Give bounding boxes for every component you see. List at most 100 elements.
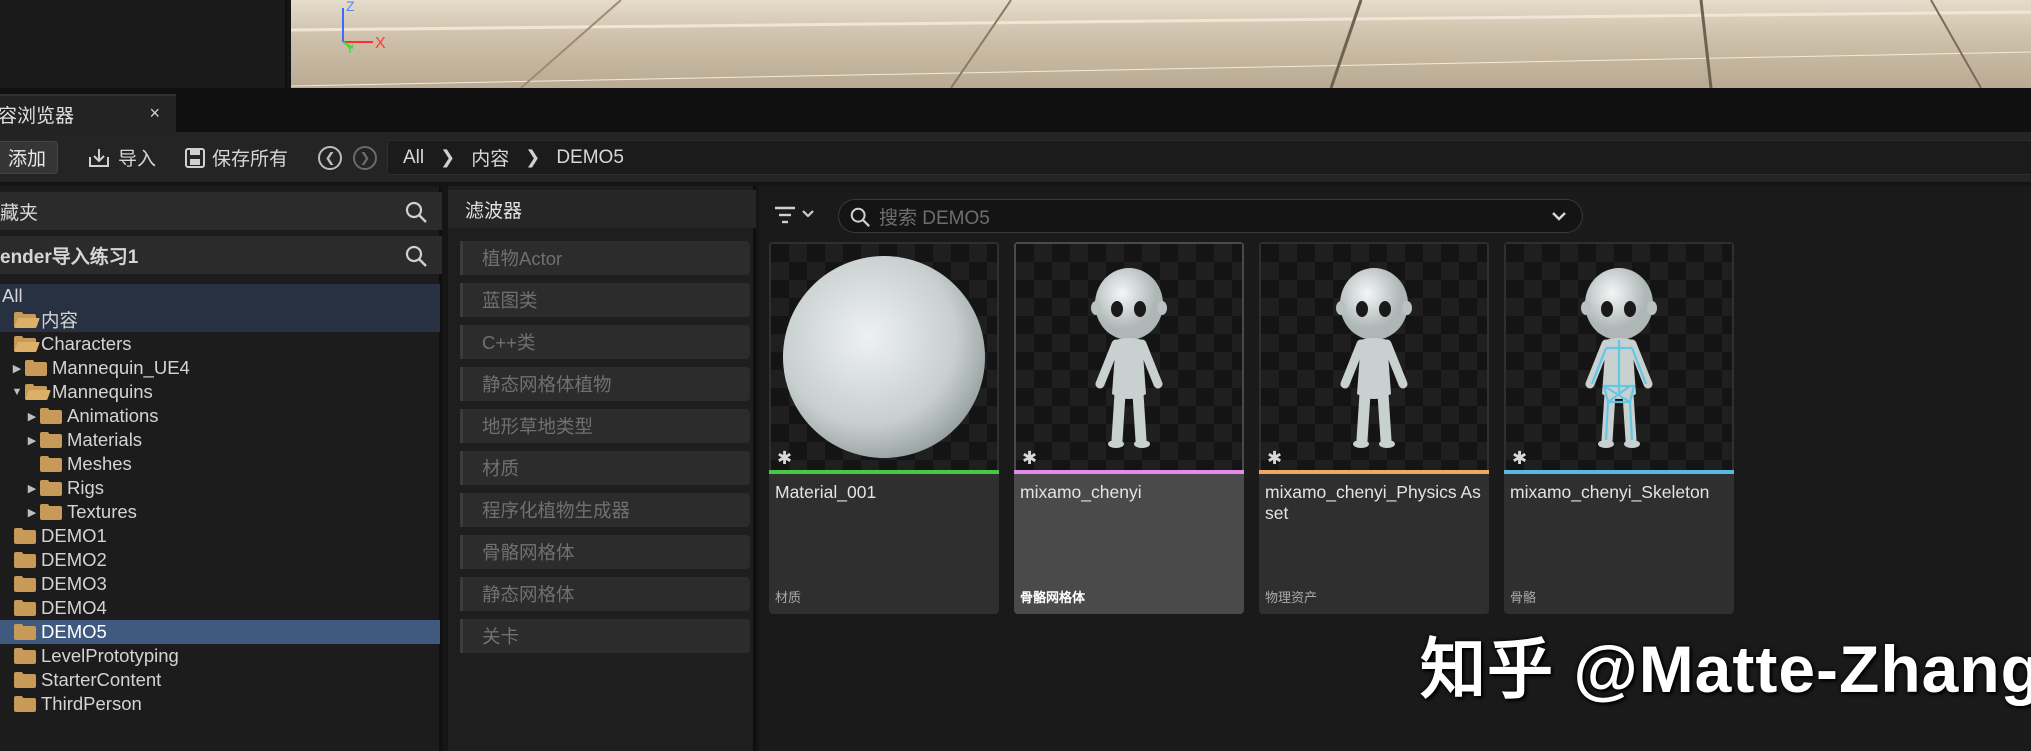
- breadcrumb-item-content[interactable]: 内容: [471, 144, 509, 171]
- tree-item[interactable]: DEMO2: [0, 548, 440, 572]
- search-placeholder: 搜索 DEMO5: [879, 207, 990, 229]
- filters-title: 滤波器: [448, 190, 756, 228]
- tree-item[interactable]: DEMO4: [0, 596, 440, 620]
- unsaved-asterisk-icon: ✱: [1267, 448, 1283, 468]
- filter-item-label: C++类: [482, 332, 536, 353]
- forward-icon[interactable]: ❯: [353, 146, 377, 170]
- level-viewport[interactable]: [291, 0, 2031, 88]
- import-button[interactable]: 导入: [86, 141, 156, 174]
- unsaved-asterisk-icon: ✱: [1512, 448, 1528, 468]
- asset-type-color-bar: [769, 470, 999, 474]
- tree-item[interactable]: 内容: [0, 308, 440, 332]
- filter-item[interactable]: 材质: [460, 451, 750, 485]
- filter-item[interactable]: 程序化植物生成器: [460, 493, 750, 527]
- expand-arrow-right-icon[interactable]: ▶: [26, 506, 38, 519]
- favorites-header[interactable]: 藏夹: [0, 192, 442, 230]
- filter-item[interactable]: 静态网格体: [460, 577, 750, 611]
- tree-item[interactable]: DEMO1: [0, 524, 440, 548]
- filter-item[interactable]: 植物Actor: [460, 241, 750, 275]
- axis-y-label: Y: [346, 42, 354, 56]
- search-icon[interactable]: [404, 244, 428, 268]
- tree-item[interactable]: StarterContent: [0, 668, 440, 692]
- asset-type-color-bar: [1014, 470, 1244, 474]
- add-button[interactable]: 添加: [0, 141, 58, 174]
- folder-icon: [14, 648, 36, 664]
- outliner-panel-fragment: [0, 0, 287, 88]
- asset-thumbnail: ✱: [1506, 244, 1732, 470]
- asset-type-label: 物理资产: [1265, 590, 1318, 605]
- filter-item[interactable]: 骨骼网格体: [460, 535, 750, 569]
- folder-open-icon: [14, 312, 40, 328]
- tree-item[interactable]: ▼ Mannequins: [0, 380, 440, 404]
- tree-item-label: Materials: [67, 429, 143, 450]
- filter-checkbox[interactable]: [460, 283, 468, 317]
- filter-item-label: 静态网格体: [482, 584, 575, 605]
- asset-tile[interactable]: ✱ Material_001 材质: [769, 242, 999, 614]
- asset-type-label: 材质: [775, 590, 802, 605]
- asset-tile[interactable]: ✱ mixamo_chenyi 骨骼网格体: [1014, 242, 1244, 614]
- expand-arrow-right-icon[interactable]: ▶: [26, 434, 38, 447]
- tree-item-label: Mannequins: [52, 381, 153, 402]
- sources-panel: 藏夹 ender导入练习1 All 内容 Characters ▶ Mannequin_…: [0, 186, 442, 751]
- filter-checkbox[interactable]: [460, 367, 468, 401]
- filter-checkbox[interactable]: [460, 619, 468, 653]
- tree-item[interactable]: Meshes: [0, 452, 440, 476]
- filter-item[interactable]: C++类: [460, 325, 750, 359]
- expand-arrow-right-icon[interactable]: ▶: [26, 482, 38, 495]
- breadcrumb-item-demo5[interactable]: DEMO5: [556, 147, 624, 169]
- tree-item[interactable]: LevelPrototyping: [0, 644, 440, 668]
- tree-item-label: Textures: [67, 501, 137, 522]
- folder-icon: [14, 552, 36, 568]
- filter-item[interactable]: 关卡: [460, 619, 750, 653]
- tree-item[interactable]: ThirdPerson: [0, 692, 440, 716]
- save-all-button[interactable]: 保存所有: [184, 141, 288, 174]
- filters-panel: 滤波器 植物Actor 蓝图类 C++类静态网格体植物 地形草地类型材质程序化植物生成…: [448, 186, 756, 751]
- filter-item-label: 材质: [482, 458, 520, 479]
- filter-checkbox[interactable]: [460, 241, 468, 275]
- tree-item[interactable]: ▶ Textures: [0, 500, 440, 524]
- filter-checkbox[interactable]: [460, 535, 468, 569]
- tree-item-label: DEMO2: [41, 549, 107, 570]
- expand-arrow-right-icon[interactable]: ▶: [26, 410, 38, 423]
- project-header[interactable]: ender导入练习1: [0, 236, 442, 274]
- breadcrumb-item-all[interactable]: All: [403, 147, 424, 169]
- filter-checkbox[interactable]: [460, 325, 468, 359]
- filter-item[interactable]: 蓝图类: [460, 283, 750, 317]
- filter-item[interactable]: 地形草地类型: [460, 409, 750, 443]
- unsaved-asterisk-icon: ✱: [1022, 448, 1038, 468]
- tree-item[interactable]: Characters: [0, 332, 440, 356]
- filter-checkbox[interactable]: [460, 577, 468, 611]
- filter-checkbox[interactable]: [460, 493, 468, 527]
- tree-item[interactable]: DEMO5: [0, 620, 440, 644]
- close-icon[interactable]: ×: [149, 103, 160, 124]
- tree-item[interactable]: ▶ Rigs: [0, 476, 440, 500]
- tree-item-label: LevelPrototyping: [41, 645, 179, 666]
- tab-content-browser[interactable]: 容浏览器 ×: [0, 94, 176, 132]
- asset-search-input[interactable]: 搜索 DEMO5: [838, 199, 1583, 233]
- tree-item-label: Rigs: [67, 477, 105, 498]
- chevron-right-icon[interactable]: ❯: [440, 147, 455, 168]
- tree-item[interactable]: All: [0, 284, 440, 308]
- asset-tile[interactable]: ✱ mixamo_chenyi_Physics Asset 物理资产: [1259, 242, 1489, 614]
- filter-checkbox[interactable]: [460, 451, 468, 485]
- tree-item[interactable]: ▶ Mannequin_UE4: [0, 356, 440, 380]
- folder-icon: [40, 408, 62, 424]
- tree-item[interactable]: ▶ Animations: [0, 404, 440, 428]
- chevron-right-icon[interactable]: ❯: [525, 147, 540, 168]
- search-icon: [850, 207, 870, 227]
- axis-x-label: X: [375, 35, 386, 52]
- search-icon[interactable]: [404, 200, 428, 224]
- tree-item[interactable]: ▶ Materials: [0, 428, 440, 452]
- filter-dropdown-icon[interactable]: [773, 202, 821, 228]
- import-label: 导入: [118, 149, 157, 170]
- back-icon[interactable]: ❮: [318, 146, 342, 170]
- asset-tile[interactable]: ✱ mixamo_chenyi_Skeleton 骨骼: [1504, 242, 1734, 614]
- filter-checkbox[interactable]: [460, 409, 468, 443]
- asset-type-color-bar: [1259, 470, 1489, 474]
- filter-item-label: 程序化植物生成器: [482, 500, 631, 521]
- filter-item[interactable]: 静态网格体植物: [460, 367, 750, 401]
- expand-arrow-right-icon[interactable]: ▶: [11, 362, 23, 375]
- chevron-down-icon[interactable]: [1550, 207, 1568, 225]
- tree-item[interactable]: DEMO3: [0, 572, 440, 596]
- expand-arrow-down-icon[interactable]: ▼: [11, 386, 23, 398]
